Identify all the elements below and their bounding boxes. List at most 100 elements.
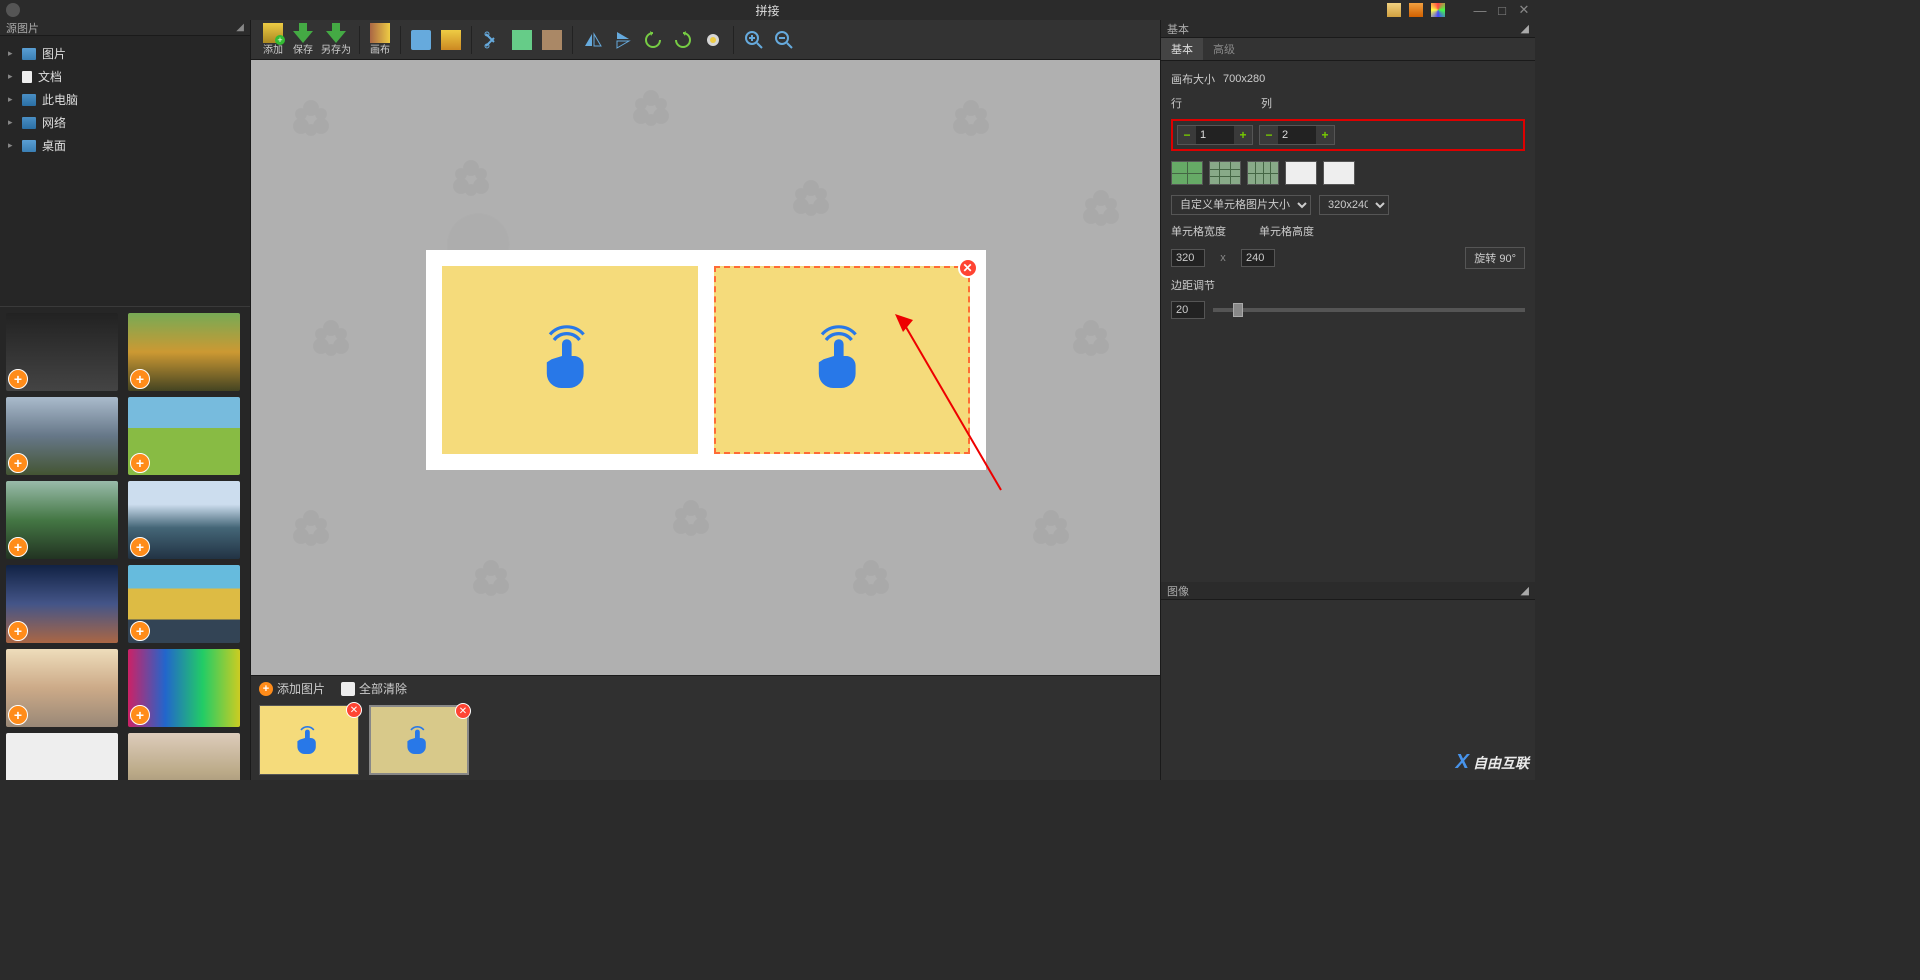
thumbnail-item[interactable]: + [128,481,240,559]
cols-input[interactable] [1278,126,1316,144]
canvas-button[interactable]: 画布 [366,22,394,58]
close-button[interactable]: ✕ [1517,3,1531,17]
pin-icon[interactable]: ◢ [1521,22,1529,35]
cols-decrement[interactable]: − [1260,126,1278,144]
annotation-arrow [891,310,1011,500]
thumbnail-item[interactable]: + [6,649,118,727]
clear-all-button[interactable]: 全部清除 [341,680,407,697]
remove-cell-button[interactable]: ✕ [958,258,978,278]
pin-icon[interactable]: ◢ [236,22,244,33]
flip-h-button[interactable] [579,22,607,58]
remove-thumb-button[interactable]: ✕ [455,703,471,719]
tree-item-desktop[interactable]: ▸桌面 [0,134,250,157]
canvas-area[interactable]: ✕ [251,60,1160,675]
strip-thumb-2[interactable]: ✕ [369,705,469,775]
rows-stepper[interactable]: − + [1177,125,1253,145]
print-button[interactable] [407,22,435,58]
title-icon-file[interactable] [1387,3,1401,17]
preset-5[interactable] [1323,161,1355,185]
maximize-button[interactable]: □ [1495,3,1509,17]
preset-3[interactable] [1247,161,1279,185]
add-icon[interactable]: + [130,621,150,641]
thumbnail-item[interactable]: + [128,649,240,727]
paste-icon [542,30,562,50]
cell-width-input[interactable] [1171,249,1205,267]
add-icon[interactable]: + [130,537,150,557]
thumbnail-item[interactable]: + [6,397,118,475]
spacing-input[interactable] [1171,301,1205,319]
cols-stepper[interactable]: − + [1259,125,1335,145]
spacing-slider[interactable] [1213,308,1525,312]
bottom-thumbs: ✕ ✕ [251,701,1160,780]
tab-advanced[interactable]: 高级 [1203,38,1245,60]
preset-2[interactable] [1209,161,1241,185]
cols-increment[interactable]: + [1316,126,1334,144]
rows-input[interactable] [1196,126,1234,144]
add-icon[interactable]: + [130,369,150,389]
effects-button[interactable] [699,22,727,58]
tap-icon [802,320,882,400]
thumbnail-item[interactable]: + [128,733,240,780]
tap-icon [399,720,439,760]
add-image-button[interactable]: +添加图片 [259,680,325,697]
size-mode-select[interactable]: 自定义单元格图片大小 [1171,195,1311,215]
tree-item-network[interactable]: ▸网络 [0,111,250,134]
cut-button[interactable] [478,22,506,58]
mail-button[interactable] [437,22,465,58]
tree-item-pictures[interactable]: ▸图片 [0,42,250,65]
thumbnail-item[interactable]: + [128,397,240,475]
add-icon[interactable]: + [130,453,150,473]
preset-4[interactable] [1285,161,1317,185]
zoom-in-button[interactable] [740,22,768,58]
title-icon-palette[interactable] [1431,3,1445,17]
add-icon[interactable]: + [8,537,28,557]
thumbnail-item[interactable]: + [6,481,118,559]
rotate-left-button[interactable] [639,22,667,58]
cell-height-label: 单元格高度 [1259,223,1314,239]
rows-decrement[interactable]: − [1178,126,1196,144]
rows-increment[interactable]: + [1234,126,1252,144]
add-icon[interactable]: + [8,369,28,389]
tree-item-this-pc[interactable]: ▸此电脑 [0,88,250,111]
rotate-90-button[interactable]: 旋转 90° [1465,247,1525,269]
add-button[interactable]: +添加 [259,22,287,58]
title-bar: 拼接 — □ ✕ [0,0,1535,20]
flip-v-button[interactable] [609,22,637,58]
window-title: 拼接 [755,2,779,19]
title-icon-edit[interactable] [1409,3,1423,17]
thumbnail-grid: + + + + + + + + + + + + [0,306,250,780]
add-icon[interactable]: + [130,705,150,725]
thumbnail-item[interactable]: + [6,313,118,391]
minimize-button[interactable]: — [1473,3,1487,17]
app-logo-icon [6,3,20,17]
save-button[interactable]: 保存 [289,22,317,58]
copy-button[interactable] [508,22,536,58]
remove-thumb-button[interactable]: ✕ [346,702,362,718]
thumbnail-item[interactable]: + [6,565,118,643]
collage-cell-1[interactable] [442,266,698,454]
saveas-button[interactable]: 另存为 [319,22,353,58]
add-icon[interactable]: + [8,705,28,725]
add-icon[interactable]: + [8,453,28,473]
zoom-out-button[interactable] [770,22,798,58]
rotate-right-button[interactable] [669,22,697,58]
strip-thumb-1[interactable]: ✕ [259,705,359,775]
preset-1[interactable] [1171,161,1203,185]
tab-basic[interactable]: 基本 [1161,38,1203,60]
folder-tree: ▸图片 ▸文档 ▸此电脑 ▸网络 ▸桌面 [0,36,250,306]
cell-height-input[interactable] [1241,249,1275,267]
thumbnail-item[interactable]: + [6,733,118,780]
thumbnail-item[interactable]: + [128,313,240,391]
slider-knob[interactable] [1233,303,1243,317]
tree-item-documents[interactable]: ▸文档 [0,65,250,88]
flip-v-icon [613,30,633,50]
plus-icon: + [259,682,273,696]
size-preset-select[interactable]: 320x240 [1319,195,1389,215]
pin-icon[interactable]: ◢ [1521,584,1529,597]
tap-icon [530,320,610,400]
thumbnail-item[interactable]: + [128,565,240,643]
right-tabs: 基本 高级 [1161,38,1535,61]
lock-icon[interactable]: x [1213,252,1233,264]
add-icon[interactable]: + [8,621,28,641]
paste-button[interactable] [538,22,566,58]
